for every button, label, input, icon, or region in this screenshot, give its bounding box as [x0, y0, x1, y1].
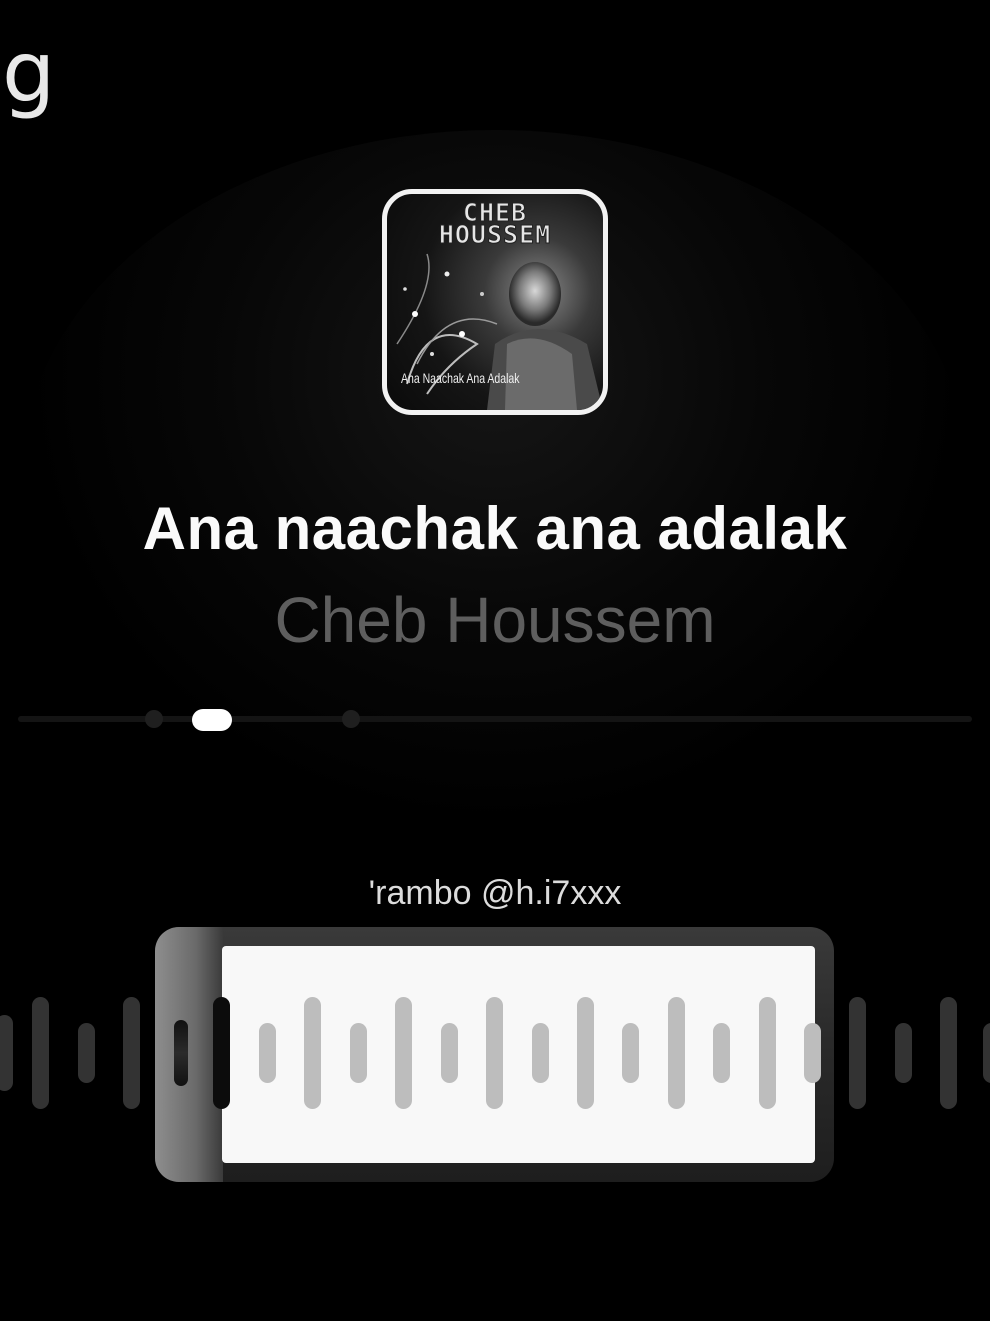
waveform-bar	[759, 997, 776, 1109]
waveform-bar	[668, 997, 685, 1109]
waveform-bar	[983, 1023, 990, 1083]
waveform-bar	[895, 1023, 912, 1083]
waveform-bar	[940, 997, 957, 1109]
album-art-caption: Ana Naachak Ana Adalak	[401, 370, 520, 386]
waveform-bar	[123, 997, 140, 1109]
waveform-bar	[622, 1023, 639, 1083]
waveform-bar	[304, 997, 321, 1109]
song-artist: Cheb Houssem	[274, 584, 716, 656]
waveform-bar	[713, 1023, 730, 1083]
waveform-bar	[532, 1023, 549, 1083]
waveform-bar	[350, 1023, 367, 1083]
progress-marker	[145, 710, 163, 728]
offscreen-title-fragment: g	[2, 23, 56, 121]
progress-thumb[interactable]	[192, 709, 232, 731]
audio-waveform[interactable]	[0, 990, 990, 1116]
waveform-bar	[577, 997, 594, 1109]
waveform-bar	[441, 1023, 458, 1083]
waveform-bar	[259, 1023, 276, 1083]
song-title: Ana naachak ana adalak	[142, 495, 848, 562]
album-art-title-line2: HOUSSEM	[438, 220, 552, 249]
waveform-bar	[804, 1023, 821, 1083]
clip-credit: 'rambo @h.i7xxx	[368, 874, 622, 912]
waveform-bar	[78, 1023, 95, 1083]
waveform-bar	[395, 997, 412, 1109]
progress-marker	[342, 710, 360, 728]
waveform-bar	[32, 997, 49, 1109]
waveform-bar	[213, 997, 230, 1109]
waveform-bar	[0, 1015, 13, 1091]
waveform-bar	[849, 997, 866, 1109]
waveform-bar	[486, 997, 503, 1109]
album-art[interactable]: CHEB HOUSSEM Ana Naachak Ana Adalak	[382, 189, 608, 415]
album-art-title: CHEB HOUSSEM	[387, 200, 603, 249]
